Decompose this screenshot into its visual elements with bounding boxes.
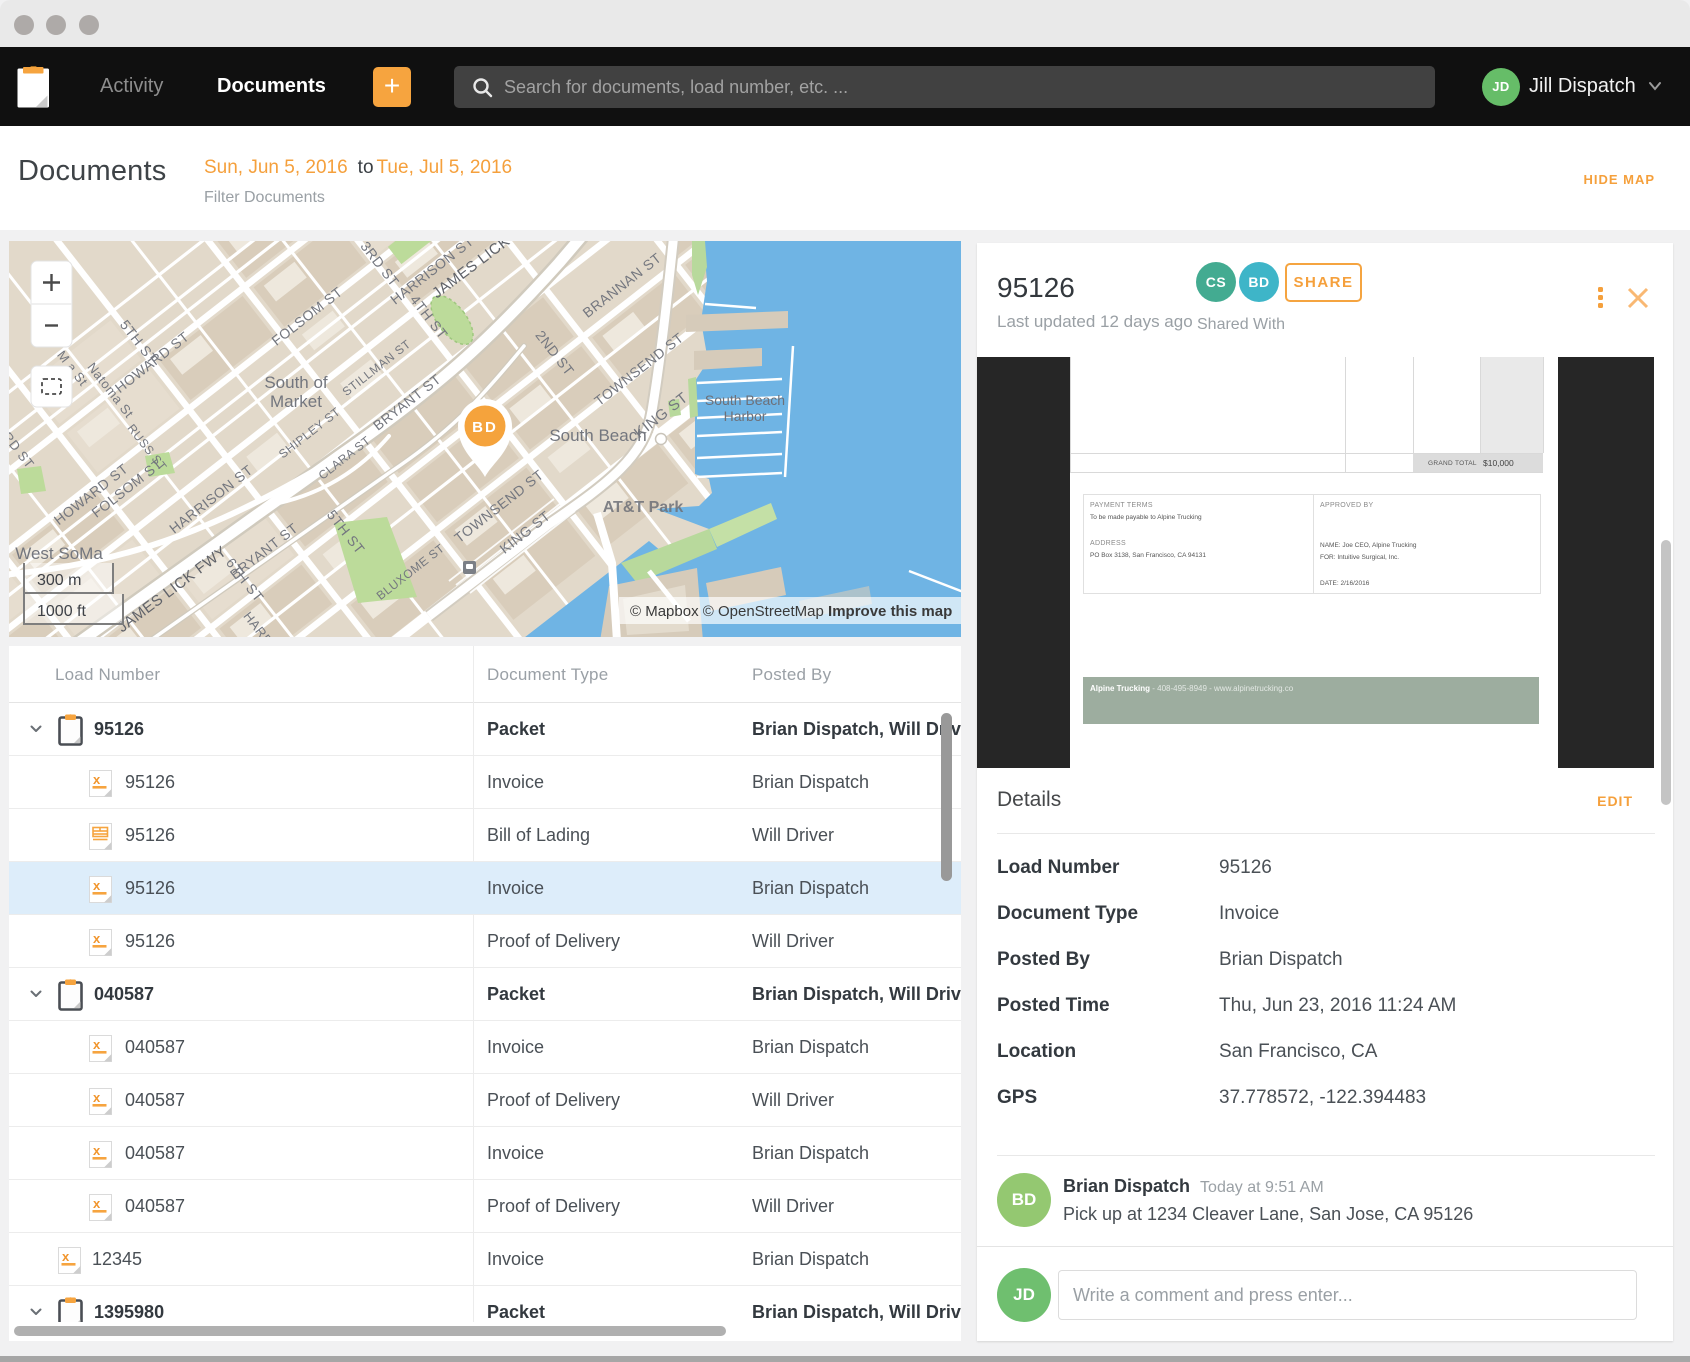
svg-text:Alpine Trucking - 408-495-8949: Alpine Trucking - 408-495-8949 - www.alp… [1090,684,1294,693]
svg-text:x: x [93,1143,101,1158]
svg-text:West SoMa: West SoMa [15,544,103,563]
svg-text:x: x [93,931,101,946]
svg-text:To be made payable to Alpine T: To be made payable to Alpine Trucking [1090,514,1202,521]
svg-text:APPROVED BY: APPROVED BY [1320,502,1374,509]
svg-text:PO Box 3138, San Francisco, CA: PO Box 3138, San Francisco, CA 94131 [1090,552,1206,559]
svg-text:GRAND TOTAL: GRAND TOTAL [1428,460,1477,467]
svg-text:NAME: Joe CEO, Alpine Trucking: NAME: Joe CEO, Alpine Trucking [1320,542,1417,549]
svg-text:South Beach: South Beach [705,392,785,408]
svg-text:Market: Market [270,392,322,411]
svg-text:AT&T Park: AT&T Park [603,499,684,516]
svg-text:300 m: 300 m [37,572,81,589]
svg-text:1000 ft: 1000 ft [37,603,86,620]
svg-text:x: x [62,1249,70,1264]
svg-text:South Beach: South Beach [549,426,646,445]
svg-text:South of: South of [264,373,328,392]
svg-text:ADDRESS: ADDRESS [1090,540,1126,547]
svg-text:PAYMENT TERMS: PAYMENT TERMS [1090,502,1153,509]
svg-text:DATE: 2/16/2016: DATE: 2/16/2016 [1320,580,1370,587]
svg-text:x: x [93,1037,101,1052]
svg-text:x: x [93,1090,101,1105]
svg-text:x: x [93,1196,101,1211]
svg-text:FOR: Intuitive Surgical, Inc.: FOR: Intuitive Surgical, Inc. [1320,554,1399,561]
svg-text:BD: BD [472,419,498,436]
svg-text:x: x [93,772,101,787]
svg-text:Harbor: Harbor [724,408,767,424]
svg-text:© Mapbox © OpenStreetMap Impro: © Mapbox © OpenStreetMap Improve this ma… [630,603,952,620]
svg-text:$10,000: $10,000 [1483,458,1514,468]
svg-text:x: x [93,878,101,893]
